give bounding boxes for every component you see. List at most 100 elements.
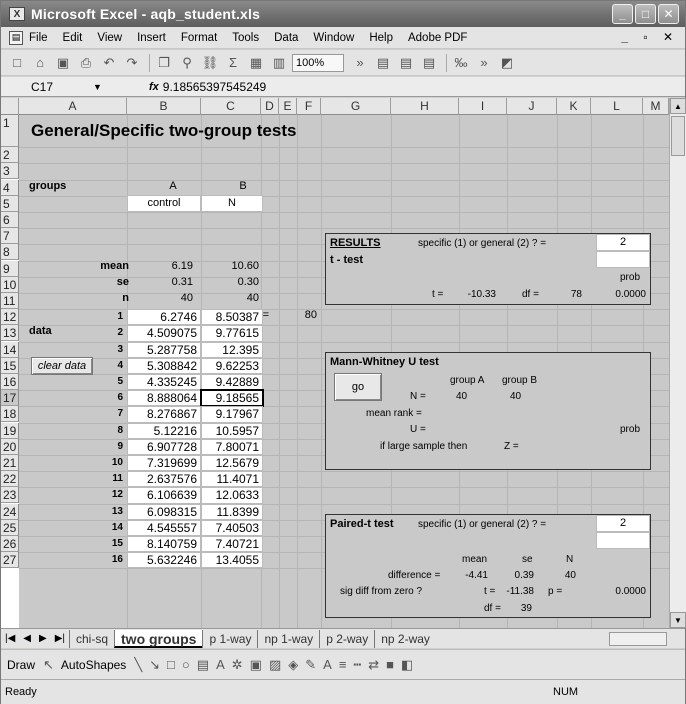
undo-icon[interactable]: ↶ (99, 53, 119, 73)
row-header[interactable]: 23 (1, 487, 19, 504)
column-header-m[interactable]: M (643, 98, 669, 115)
data-cell-group-b[interactable]: 9.17967 (201, 406, 263, 423)
go-button[interactable]: go (334, 373, 382, 401)
data-cell-group-b[interactable]: 8.50387 (201, 309, 263, 326)
close-button[interactable]: ✕ (658, 4, 679, 24)
pdf-email-icon[interactable]: ▤ (396, 53, 416, 73)
row-header[interactable]: 19 (1, 422, 19, 439)
row-header[interactable]: 12 (1, 309, 19, 326)
data-cell-group-a[interactable]: 6.106639 (127, 487, 201, 504)
next-sheet-icon[interactable]: ▶ (39, 633, 47, 644)
data-cell-group-a[interactable]: 2.637576 (127, 471, 201, 488)
new-file-icon[interactable]: □ (7, 53, 27, 73)
row-header[interactable]: 9 (1, 260, 19, 277)
row-header[interactable]: 18 (1, 406, 19, 423)
column-header-c[interactable]: C (201, 98, 261, 115)
row-header[interactable]: 17 (1, 390, 19, 407)
row-header[interactable]: 6 (1, 212, 19, 228)
scroll-down-icon[interactable]: ▼ (670, 612, 686, 628)
group-a-name-input[interactable]: control (127, 195, 201, 212)
scroll-thumb[interactable] (671, 116, 685, 156)
draw-menu[interactable]: Draw (7, 658, 35, 672)
data-cell-group-a[interactable]: 8.888064 (127, 390, 201, 407)
pdf-convert-icon[interactable]: ▤ (373, 53, 393, 73)
row-header[interactable]: 22 (1, 471, 19, 488)
data-cell-group-b[interactable]: 9.42889 (201, 374, 263, 391)
menu-help[interactable]: Help (369, 32, 393, 44)
column-header-l[interactable]: L (591, 98, 643, 115)
decimal-icon[interactable]: ‰ (451, 53, 471, 73)
column-header-e[interactable]: E (279, 98, 297, 115)
data-cell-group-a[interactable]: 5.632246 (127, 552, 201, 569)
menu-insert[interactable]: Insert (137, 32, 166, 44)
select-all-corner[interactable] (1, 98, 19, 115)
insert-function-fx-icon[interactable]: fx (149, 81, 159, 93)
line-icon[interactable]: ╲ (134, 657, 142, 673)
tab-chi-sq[interactable]: chi-sq (69, 629, 114, 648)
row-header[interactable]: 27 (1, 552, 19, 569)
prev-sheet-icon[interactable]: ◀ (23, 633, 31, 644)
textbox-icon[interactable]: ▤ (197, 657, 209, 673)
font-color-icon[interactable]: A (323, 657, 332, 672)
data-cell-group-a[interactable]: 6.098315 (127, 503, 201, 520)
diagram-icon[interactable]: ✲ (232, 657, 243, 673)
column-header-b[interactable]: B (127, 98, 201, 115)
row-header[interactable]: 20 (1, 438, 19, 455)
data-cell-group-b[interactable]: 11.4071 (201, 471, 263, 488)
data-cell-group-a[interactable]: 7.319699 (127, 455, 201, 472)
row-header[interactable]: 26 (1, 536, 19, 552)
copy-icon[interactable]: ❐ (154, 53, 174, 73)
picture-icon[interactable]: ▨ (269, 657, 281, 673)
tab-p-2-way[interactable]: p 2-way (319, 629, 374, 648)
row-header[interactable]: 13 (1, 325, 19, 342)
column-header-g[interactable]: G (321, 98, 391, 115)
group-b-name-input[interactable]: N (201, 195, 263, 212)
row-header[interactable]: 2 (1, 147, 19, 164)
data-cell-group-b[interactable]: 12.5679 (201, 455, 263, 472)
row-header[interactable]: 21 (1, 455, 19, 471)
first-sheet-icon[interactable]: |◀ (5, 633, 15, 644)
vertical-scrollbar[interactable]: ▲ ▼ (669, 98, 686, 628)
data-cell-group-b[interactable]: 10.5957 (201, 422, 263, 439)
column-header-j[interactable]: J (507, 98, 557, 115)
results-choice-input[interactable]: 2 (596, 234, 650, 251)
data-cell-group-b[interactable]: 12.395 (201, 341, 263, 358)
insert-function-icon[interactable]: ▦ (246, 53, 266, 73)
data-cell-group-b[interactable]: 7.80071 (201, 438, 263, 455)
maximize-button[interactable]: □ (635, 4, 656, 24)
excel-app-icon[interactable]: X (9, 7, 25, 21)
autoshapes-menu[interactable]: AutoShapes (61, 658, 126, 672)
document-icon[interactable]: ▤ (9, 30, 23, 45)
formula-input[interactable]: 9.18565397545249 (163, 80, 266, 94)
line-style-icon[interactable]: ≡ (339, 657, 347, 672)
toolbar-options-icon[interactable]: » (350, 53, 370, 73)
workbook-window-controls[interactable]: _ ▫ ✕ (621, 30, 679, 44)
3d-icon[interactable]: ◧ (401, 657, 413, 673)
toolbar-options-icon[interactable]: » (474, 53, 494, 73)
data-cell-group-a[interactable]: 5.12216 (127, 422, 201, 439)
minimize-button[interactable]: _ (612, 4, 633, 24)
line-color-icon[interactable]: ✎ (305, 657, 316, 673)
pdf-review-icon[interactable]: ▤ (419, 53, 439, 73)
zoom-select[interactable]: 100% (292, 53, 344, 72)
scroll-up-icon[interactable]: ▲ (670, 98, 686, 114)
menu-format[interactable]: Format (181, 32, 217, 44)
data-cell-group-b[interactable]: 7.40503 (201, 519, 263, 536)
menu-data[interactable]: Data (274, 32, 298, 44)
results-blank-input[interactable] (596, 251, 650, 268)
column-header-f[interactable]: F (297, 98, 321, 115)
fill-color-icon[interactable]: ◈ (288, 657, 298, 673)
data-cell-group-b[interactable]: 9.77615 (201, 325, 263, 342)
rectangle-icon[interactable]: □ (167, 657, 175, 672)
autosum-icon[interactable]: Σ (223, 53, 243, 73)
column-header-i[interactable]: I (459, 98, 507, 115)
column-header-d[interactable]: D (261, 98, 279, 115)
paired-blank-input[interactable] (596, 532, 650, 549)
menu-view[interactable]: View (97, 32, 122, 44)
tab-np-1-way[interactable]: np 1-way (257, 629, 319, 648)
shadow-icon[interactable]: ■ (386, 657, 394, 672)
last-sheet-icon[interactable]: ▶| (55, 633, 65, 644)
wordart-icon[interactable]: A (216, 657, 225, 672)
row-header[interactable]: 16 (1, 374, 19, 390)
column-header-h[interactable]: H (391, 98, 459, 115)
